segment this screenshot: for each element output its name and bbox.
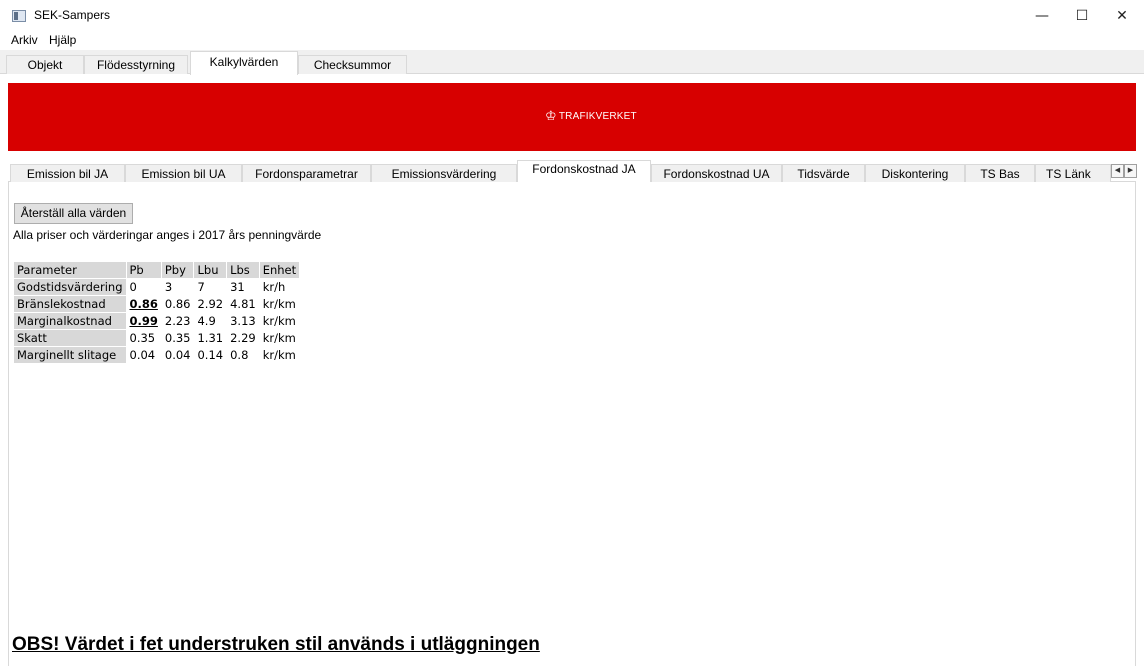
row-label: Godstidsvärdering bbox=[13, 278, 127, 296]
trafikverket-banner: ♔ TRAFIKVERKET bbox=[8, 83, 1136, 151]
tab-kalkylvarden[interactable]: Kalkylvärden bbox=[190, 51, 298, 75]
obs-note: OBS! Värdet i fet understruken stil anvä… bbox=[12, 634, 540, 655]
col-pby: Pby bbox=[160, 261, 195, 279]
tab-ts-bas[interactable]: TS Bas bbox=[965, 164, 1035, 182]
cell-value: 31 bbox=[226, 278, 260, 296]
cell-value: 7 bbox=[193, 278, 228, 296]
cell-unit: kr/km bbox=[258, 329, 301, 347]
crown-crest-icon: ♔ bbox=[545, 108, 557, 123]
table-row: Marginellt slitage 0.04 0.04 0.14 0.8 kr… bbox=[13, 346, 301, 364]
cell-value-highlighted: 0.86 bbox=[125, 295, 162, 313]
col-pb: Pb bbox=[125, 261, 162, 279]
tab-fordonskostnad-ua[interactable]: Fordonskostnad UA bbox=[651, 164, 782, 182]
tab-flodesstyrning[interactable]: Flödesstyrning bbox=[84, 55, 188, 74]
table-header-row: Parameter Pb Pby Lbu Lbs Enhet bbox=[13, 261, 301, 279]
tab-diskontering[interactable]: Diskontering bbox=[865, 164, 965, 182]
main-tab-strip: Objekt Flödesstyrning Kalkylvärden Check… bbox=[0, 50, 1144, 75]
table-row: Skatt 0.35 0.35 1.31 2.29 kr/km bbox=[13, 329, 301, 347]
row-label: Bränslekostnad bbox=[13, 295, 127, 313]
row-label: Marginellt slitage bbox=[13, 346, 127, 364]
menu-bar: Arkiv Hjälp bbox=[0, 32, 1144, 50]
tab-emissionsvardering[interactable]: Emissionsvärdering bbox=[371, 164, 517, 182]
col-lbu: Lbu bbox=[193, 261, 228, 279]
cell-value: 3 bbox=[160, 278, 195, 296]
cell-unit: kr/km bbox=[258, 312, 301, 330]
cell-value: 0.35 bbox=[125, 329, 162, 347]
table-row: Bränslekostnad 0.86 0.86 2.92 4.81 kr/km bbox=[13, 295, 301, 313]
maximize-button[interactable]: ☐ bbox=[1062, 4, 1102, 28]
cell-value: 2.29 bbox=[226, 329, 260, 347]
cell-value: 0.04 bbox=[125, 346, 162, 364]
menu-hjalp[interactable]: Hjälp bbox=[49, 33, 76, 47]
col-parameter: Parameter bbox=[13, 261, 127, 279]
row-label: Skatt bbox=[13, 329, 127, 347]
minimize-button[interactable]: — bbox=[1022, 4, 1062, 28]
cell-unit: kr/km bbox=[258, 346, 301, 364]
tab-emission-bil-ua[interactable]: Emission bil UA bbox=[125, 164, 242, 182]
tab-scroll-arrows: ◀ ▶ bbox=[1111, 164, 1137, 178]
close-button[interactable]: ✕ bbox=[1102, 4, 1142, 28]
trafikverket-logo: ♔ TRAFIKVERKET bbox=[545, 108, 637, 124]
sub-tab-strip: Emission bil JA Emission bil UA Fordonsp… bbox=[8, 160, 1136, 183]
cell-value-highlighted: 0.99 bbox=[125, 312, 162, 330]
cell-value: 0.8 bbox=[226, 346, 260, 364]
cell-value: 1.31 bbox=[193, 329, 228, 347]
tab-emission-bil-ja[interactable]: Emission bil JA bbox=[10, 164, 125, 182]
cell-value: 0 bbox=[125, 278, 162, 296]
menu-arkiv[interactable]: Arkiv bbox=[11, 33, 38, 47]
table-row: Marginalkostnad 0.99 2.23 4.9 3.13 kr/km bbox=[13, 312, 301, 330]
table-row: Godstidsvärdering 0 3 7 31 kr/h bbox=[13, 278, 301, 296]
cell-value: 2.23 bbox=[160, 312, 195, 330]
cell-value: 0.14 bbox=[193, 346, 228, 364]
col-enhet: Enhet bbox=[258, 261, 301, 279]
cell-unit: kr/km bbox=[258, 295, 301, 313]
tab-fordonskostnad-ja[interactable]: Fordonskostnad JA bbox=[517, 160, 651, 183]
logo-text: TRAFIKVERKET bbox=[558, 111, 637, 122]
window-title: SEK-Sampers bbox=[34, 8, 111, 22]
scroll-right-icon[interactable]: ▶ bbox=[1124, 164, 1137, 178]
cell-value: 3.13 bbox=[226, 312, 260, 330]
tab-fordonsparametrar[interactable]: Fordonsparametrar bbox=[242, 164, 371, 182]
tab-content-panel: Återställ alla värden Alla priser och vä… bbox=[8, 182, 1136, 666]
tab-checksummor[interactable]: Checksummor bbox=[298, 55, 407, 74]
title-bar: SEK-Sampers — ☐ ✕ bbox=[0, 0, 1144, 32]
cell-value: 0.86 bbox=[160, 295, 195, 313]
tab-ts-lank[interactable]: TS Länk bbox=[1035, 164, 1111, 182]
cell-unit: kr/h bbox=[258, 278, 301, 296]
tab-objekt[interactable]: Objekt bbox=[6, 55, 84, 74]
vehicle-cost-table: Parameter Pb Pby Lbu Lbs Enhet Godstidsv… bbox=[13, 261, 301, 364]
cell-value: 2.92 bbox=[193, 295, 228, 313]
cell-value: 0.35 bbox=[160, 329, 195, 347]
cell-value: 4.9 bbox=[193, 312, 228, 330]
col-lbs: Lbs bbox=[226, 261, 260, 279]
tab-tidsvarde[interactable]: Tidsvärde bbox=[782, 164, 865, 182]
app-icon bbox=[12, 10, 26, 22]
cell-value: 0.04 bbox=[160, 346, 195, 364]
reset-all-values-button[interactable]: Återställ alla värden bbox=[14, 203, 133, 224]
scroll-left-icon[interactable]: ◀ bbox=[1111, 164, 1124, 178]
row-label: Marginalkostnad bbox=[13, 312, 127, 330]
cell-value: 4.81 bbox=[226, 295, 260, 313]
price-level-note: Alla priser och värderingar anges i 2017… bbox=[13, 228, 322, 242]
